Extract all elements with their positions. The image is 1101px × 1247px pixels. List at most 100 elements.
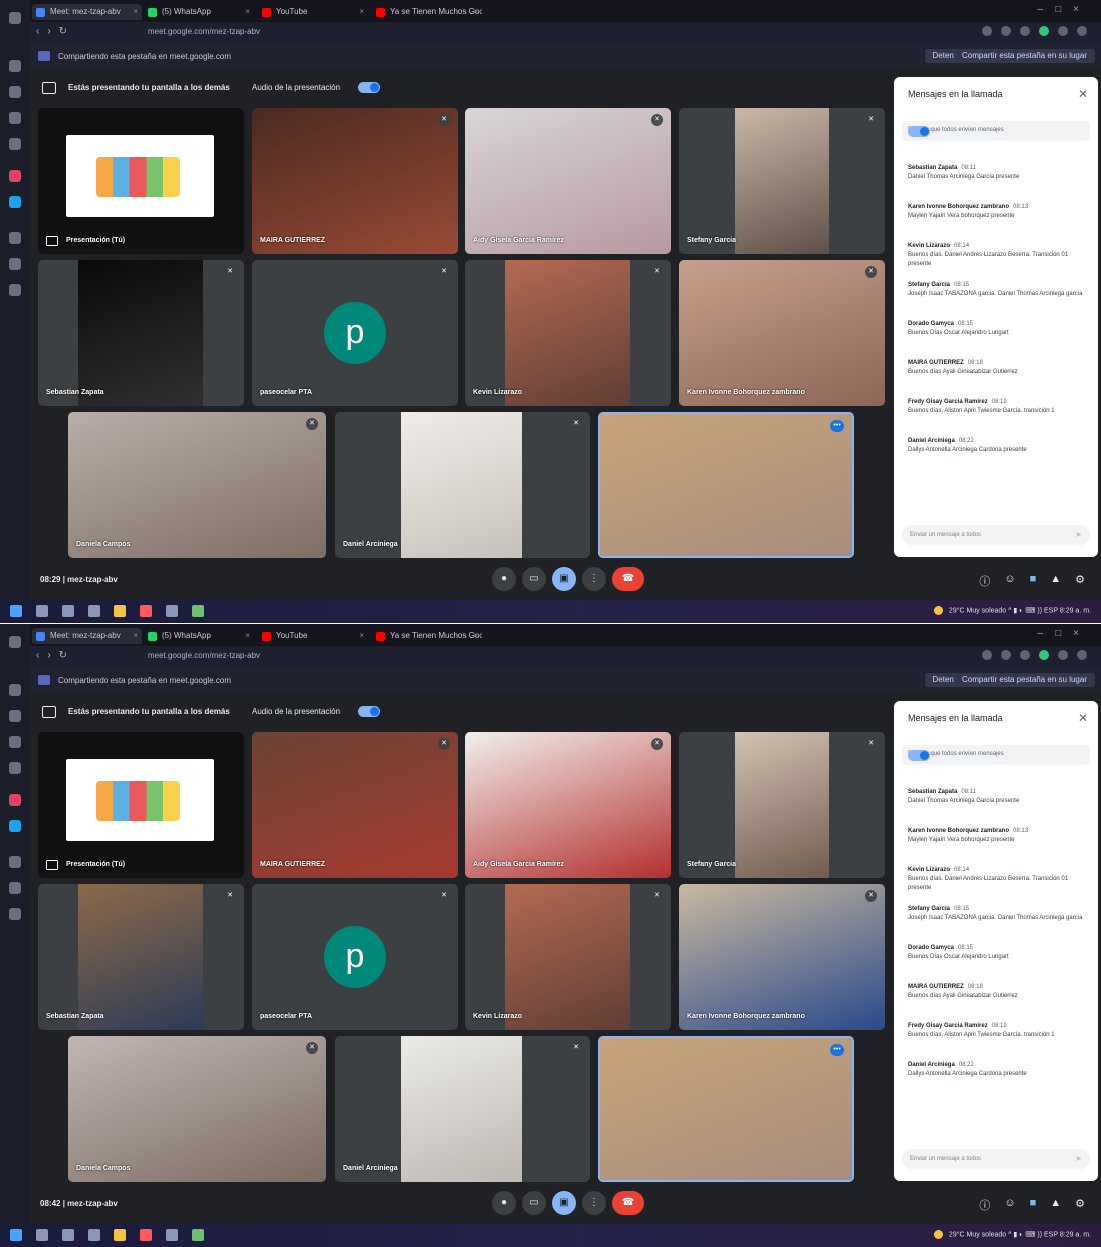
- close-icon[interactable]: ✕: [1078, 711, 1088, 725]
- twitter-icon[interactable]: [9, 820, 21, 832]
- instagram-icon[interactable]: [9, 794, 21, 806]
- messenger-icon[interactable]: [9, 762, 21, 774]
- cast-icon[interactable]: [1001, 650, 1011, 660]
- microphone-icon[interactable]: ●: [492, 567, 516, 591]
- opera-logo-icon[interactable]: [9, 12, 21, 24]
- extensions-icon[interactable]: [1058, 650, 1068, 660]
- participant-tile[interactable]: ✕ Sebastian Zapata: [38, 884, 244, 1030]
- url-field[interactable]: meet.google.com/mez-tzap-abv: [148, 651, 260, 660]
- participant-tile[interactable]: ✕ Stefany Garcia: [679, 732, 885, 878]
- participant-tile[interactable]: ✕ Daniel Arciniega: [335, 1036, 590, 1182]
- camera-icon[interactable]: ▭: [522, 567, 546, 591]
- self-view-tile[interactable]: •••: [598, 1036, 854, 1182]
- chat-icon[interactable]: ■: [1030, 1197, 1037, 1213]
- menu-icon[interactable]: [1077, 650, 1087, 660]
- shield-icon[interactable]: [1020, 650, 1030, 660]
- participant-tile[interactable]: ✕ Karen Ivonne Bohorquez zambrano: [679, 884, 885, 1030]
- home-icon[interactable]: [9, 684, 21, 696]
- close-icon[interactable]: ×: [473, 628, 478, 644]
- clock-icon[interactable]: [9, 258, 21, 270]
- more-options-icon[interactable]: ⋮: [582, 1191, 606, 1215]
- participant-tile[interactable]: ✕ Daniela Campos: [68, 1036, 326, 1182]
- people-icon[interactable]: ☺: [1004, 573, 1015, 589]
- end-call-icon[interactable]: ☎: [612, 1191, 644, 1215]
- participant-tile[interactable]: ✕ Daniel Arciniega: [335, 412, 590, 558]
- tab-youtube-video[interactable]: Ya se Tienen Muchos Goos ×: [372, 4, 482, 20]
- history-icon[interactable]: [9, 736, 21, 748]
- heart-icon[interactable]: [9, 856, 21, 868]
- participant-tile[interactable]: p ✕ paseocelar PTA: [252, 884, 458, 1030]
- nav-buttons[interactable]: ‹›↻: [36, 26, 75, 37]
- url-field[interactable]: meet.google.com/mez-tzap-abv: [148, 27, 260, 36]
- end-call-icon[interactable]: ☎: [612, 567, 644, 591]
- close-icon[interactable]: ×: [245, 4, 250, 20]
- weather-icon[interactable]: [933, 606, 943, 615]
- participant-tile[interactable]: ✕ Aidy Gisela Garcia Ramírez: [465, 108, 671, 254]
- participant-tile[interactable]: ✕ MAIRA GUTIERREZ: [252, 108, 458, 254]
- more-options-icon[interactable]: ⋮: [582, 567, 606, 591]
- bookmark-icon[interactable]: [9, 710, 21, 722]
- participant-tile[interactable]: ✕ Aidy Gisela Garcia Ramírez: [465, 732, 671, 878]
- tab-whatsapp[interactable]: (5) WhatsApp ×: [144, 4, 254, 20]
- chat-input[interactable]: Enviar un mensaje a todos: [902, 1149, 1090, 1169]
- present-now-icon[interactable]: ▣: [552, 1191, 576, 1215]
- close-icon[interactable]: ×: [133, 4, 138, 20]
- allow-messages-toggle[interactable]: [908, 126, 930, 137]
- bookmark-icon[interactable]: [9, 86, 21, 98]
- home-icon[interactable]: [9, 60, 21, 72]
- clock-icon[interactable]: [9, 882, 21, 894]
- tab-youtube-video[interactable]: Ya se Tienen Muchos Goos ×: [372, 628, 482, 644]
- opera-logo-icon[interactable]: [9, 636, 21, 648]
- self-view-tile[interactable]: •••: [598, 412, 854, 558]
- messenger-icon[interactable]: [9, 138, 21, 150]
- windows-start-icon[interactable]: [10, 605, 22, 617]
- cortana-icon[interactable]: [62, 1229, 74, 1241]
- close-icon[interactable]: ×: [473, 4, 478, 20]
- clock[interactable]: 8:29 a. m.: [1060, 607, 1091, 614]
- participant-tile[interactable]: ✕ Stefany Garcia: [679, 108, 885, 254]
- weather-icon[interactable]: [933, 1230, 943, 1239]
- app-icon[interactable]: [166, 605, 178, 617]
- microphone-icon[interactable]: ●: [492, 1191, 516, 1215]
- file-explorer-icon[interactable]: [114, 1229, 126, 1241]
- participant-tile[interactable]: ✕ MAIRA GUTIERREZ: [252, 732, 458, 878]
- chat-input[interactable]: Enviar un mensaje a todos: [902, 525, 1090, 545]
- input-language[interactable]: ESP: [1044, 1231, 1058, 1238]
- close-icon[interactable]: ×: [359, 628, 364, 644]
- opera-icon[interactable]: [140, 605, 152, 617]
- camera-icon[interactable]: [982, 650, 992, 660]
- participant-tile[interactable]: ✕ Kevin Lizarazo: [465, 260, 671, 406]
- task-view-icon[interactable]: [88, 605, 100, 617]
- presentation-tile[interactable]: Presentación (Tú): [38, 108, 244, 254]
- task-view-icon[interactable]: [88, 1229, 100, 1241]
- present-now-icon[interactable]: ▣: [552, 567, 576, 591]
- allow-messages-toggle[interactable]: [908, 750, 930, 761]
- app-icon[interactable]: [192, 1229, 204, 1241]
- participant-tile[interactable]: ✕ Kevin Lizarazo: [465, 884, 671, 1030]
- tab-youtube[interactable]: YouTube ×: [258, 4, 368, 20]
- app-icon[interactable]: [192, 605, 204, 617]
- clock[interactable]: 8:29 a. m.: [1060, 1231, 1091, 1238]
- window-controls[interactable]: –□×: [1038, 4, 1091, 15]
- presentation-tile[interactable]: Presentación (Tú): [38, 732, 244, 878]
- participant-tile[interactable]: p ✕ paseocelar PTA: [252, 260, 458, 406]
- info-icon[interactable]: ⓘ: [979, 1197, 990, 1213]
- activities-icon[interactable]: ▲: [1050, 1197, 1061, 1213]
- cast-icon[interactable]: [1001, 26, 1011, 36]
- host-controls-icon[interactable]: ⚙: [1075, 1197, 1085, 1213]
- tab-meet[interactable]: Meet: mez-tzap-abv ×: [32, 4, 142, 20]
- instagram-icon[interactable]: [9, 170, 21, 182]
- windows-start-icon[interactable]: [10, 1229, 22, 1241]
- close-icon[interactable]: ×: [133, 628, 138, 644]
- heart-icon[interactable]: [9, 232, 21, 244]
- camera-icon[interactable]: ▭: [522, 1191, 546, 1215]
- vpn-icon[interactable]: [1039, 650, 1049, 660]
- weather-text[interactable]: 29°C Muy soleado: [949, 607, 1006, 614]
- file-explorer-icon[interactable]: [114, 605, 126, 617]
- app-icon[interactable]: [166, 1229, 178, 1241]
- twitter-icon[interactable]: [9, 196, 21, 208]
- settings-icon[interactable]: [9, 284, 21, 296]
- extensions-icon[interactable]: [1058, 26, 1068, 36]
- chat-icon[interactable]: ■: [1030, 573, 1037, 589]
- close-icon[interactable]: ×: [245, 628, 250, 644]
